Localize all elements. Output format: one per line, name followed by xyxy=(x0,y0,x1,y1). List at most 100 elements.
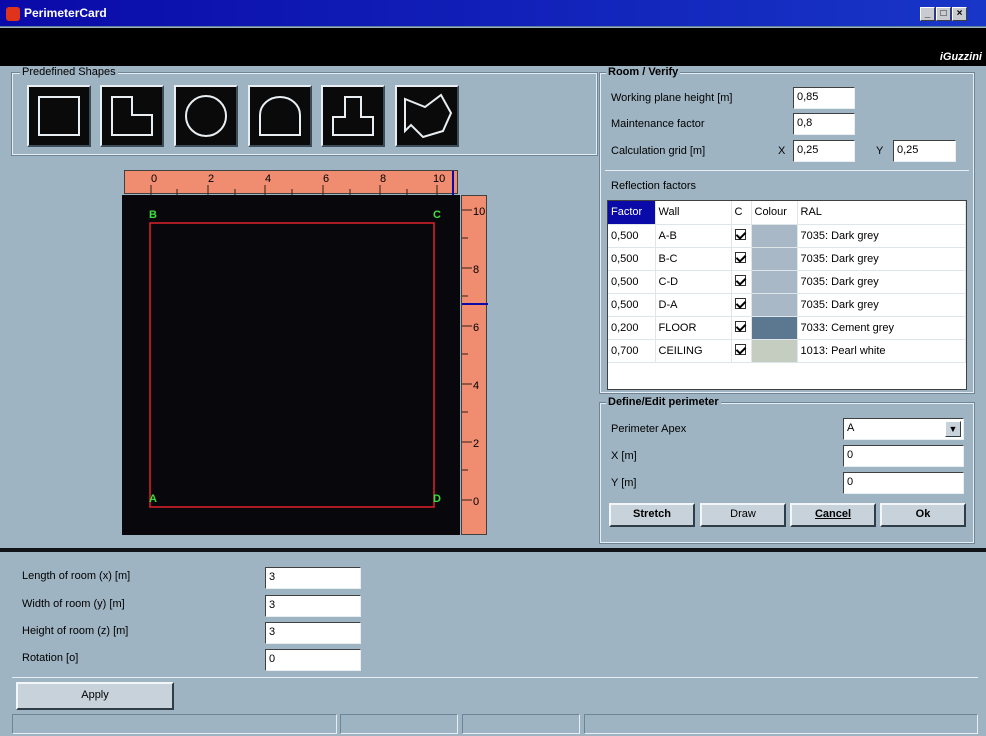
working-plane-input[interactable]: 0,85 xyxy=(793,87,855,109)
colour-swatch xyxy=(751,247,797,270)
colour-cell[interactable] xyxy=(751,224,798,248)
checkbox[interactable] xyxy=(734,297,746,309)
cancel-button[interactable]: Cancel xyxy=(790,503,876,527)
window-title: PerimeterCard xyxy=(24,6,107,20)
checkbox[interactable] xyxy=(734,320,746,332)
perimeter-x-input[interactable]: 0 xyxy=(843,445,964,467)
checkbox[interactable] xyxy=(734,343,746,355)
separator xyxy=(0,548,986,552)
maintenance-factor-input[interactable]: 0,8 xyxy=(793,113,855,135)
colour-swatch xyxy=(751,270,797,293)
colour-cell[interactable] xyxy=(751,339,798,363)
ral-cell[interactable]: 7035: Dark grey xyxy=(797,270,966,294)
table-row[interactable]: 0,500 C-D 7035: Dark grey xyxy=(608,270,966,294)
ruler-v-label: 8 xyxy=(473,264,480,276)
apply-button[interactable]: Apply xyxy=(16,682,174,710)
wall-cell[interactable]: CEILING xyxy=(655,339,732,363)
ral-cell[interactable]: 7035: Dark grey xyxy=(797,224,966,248)
ral-cell[interactable]: 1013: Pearl white xyxy=(797,339,966,363)
ok-button[interactable]: Ok xyxy=(880,503,966,527)
checkbox-cell[interactable] xyxy=(731,247,752,271)
wall-cell[interactable]: A-B xyxy=(655,224,732,248)
checkbox-cell[interactable] xyxy=(731,270,752,294)
table-row[interactable]: 0,500 A-B 7035: Dark grey xyxy=(608,224,966,248)
length-input[interactable]: 3 xyxy=(265,567,361,589)
factor-cell[interactable]: 0,500 xyxy=(608,270,656,294)
chevron-down-icon[interactable]: ▼ xyxy=(945,421,961,437)
factor-cell[interactable]: 0,200 xyxy=(608,316,656,340)
wall-cell[interactable]: B-C xyxy=(655,247,732,271)
colour-swatch xyxy=(751,316,797,339)
square-shape-icon xyxy=(38,96,80,136)
drawing-canvas[interactable]: B C A D xyxy=(122,195,460,535)
checkbox[interactable] xyxy=(734,251,746,263)
stretch-button[interactable]: Stretch xyxy=(609,503,695,527)
perimeter-x-label: X [m] xyxy=(611,450,637,462)
ral-cell[interactable]: 7035: Dark grey xyxy=(797,247,966,271)
rotation-input[interactable]: 0 xyxy=(265,649,361,671)
grid-x-input[interactable]: 0,25 xyxy=(793,140,855,162)
arch-shape-icon xyxy=(259,96,301,136)
circle-shape-icon xyxy=(185,95,227,137)
minimize-button[interactable]: _ xyxy=(920,7,935,21)
table-row[interactable]: 0,500 B-C 7035: Dark grey xyxy=(608,247,966,271)
ral-cell[interactable]: 7033: Cement grey xyxy=(797,316,966,340)
column-header[interactable]: Colour xyxy=(751,201,798,225)
t-shape-icon xyxy=(332,96,374,136)
close-button[interactable]: × xyxy=(952,7,967,21)
factor-cell[interactable]: 0,500 xyxy=(608,224,656,248)
colour-cell[interactable] xyxy=(751,247,798,271)
ruler-v-label: 4 xyxy=(473,380,480,392)
ral-cell[interactable]: 7035: Dark grey xyxy=(797,293,966,317)
column-header[interactable]: Wall xyxy=(655,201,732,225)
colour-cell[interactable] xyxy=(751,293,798,317)
perimeter-apex-label: Perimeter Apex xyxy=(611,423,687,435)
checkbox-cell[interactable] xyxy=(731,339,752,363)
perimeter-y-label: Y [m] xyxy=(611,477,637,489)
arch-shape-button[interactable] xyxy=(248,85,312,147)
colour-cell[interactable] xyxy=(751,270,798,294)
irregular-shape-button[interactable] xyxy=(395,85,459,147)
height-input[interactable]: 3 xyxy=(265,622,361,644)
checkbox-cell[interactable] xyxy=(731,293,752,317)
factor-cell[interactable]: 0,500 xyxy=(608,247,656,271)
t-shape-button[interactable] xyxy=(321,85,385,147)
define-perimeter-label: Define/Edit perimeter xyxy=(606,396,721,408)
circle-shape-button[interactable] xyxy=(174,85,238,147)
maximize-button[interactable]: □ xyxy=(936,7,951,21)
perimeter-y-input[interactable]: 0 xyxy=(843,472,964,494)
wall-cell[interactable]: FLOOR xyxy=(655,316,732,340)
checkbox[interactable] xyxy=(734,228,746,240)
colour-swatch xyxy=(751,339,797,362)
table-row[interactable]: 0,200 FLOOR 7033: Cement grey xyxy=(608,316,966,340)
colour-cell[interactable] xyxy=(751,316,798,340)
column-header[interactable]: Factor xyxy=(608,201,656,225)
divider xyxy=(605,170,969,171)
corner-c-label: C xyxy=(433,209,441,221)
table-row[interactable]: 0,500 D-A 7035: Dark grey xyxy=(608,293,966,317)
checkbox-cell[interactable] xyxy=(731,316,752,340)
l-shape-button[interactable] xyxy=(100,85,164,147)
predefined-shapes-label: Predefined Shapes xyxy=(20,66,118,78)
factor-cell[interactable]: 0,500 xyxy=(608,293,656,317)
width-input[interactable]: 3 xyxy=(265,595,361,617)
column-header[interactable]: C xyxy=(731,201,752,225)
app-icon xyxy=(6,7,20,21)
grid-y-input[interactable]: 0,25 xyxy=(893,140,956,162)
title-bar xyxy=(0,0,986,27)
square-shape-button[interactable] xyxy=(27,85,91,147)
draw-button[interactable]: Draw xyxy=(700,503,786,527)
factor-cell[interactable]: 0,700 xyxy=(608,339,656,363)
checkbox[interactable] xyxy=(734,274,746,286)
room-perimeter xyxy=(149,222,435,508)
perimeter-apex-select[interactable]: A ▼ xyxy=(843,418,964,440)
ruler-h-label: 6 xyxy=(323,173,330,185)
irregular-shape-icon xyxy=(404,93,453,139)
checkbox-cell[interactable] xyxy=(731,224,752,248)
table-row[interactable]: 0,700 CEILING 1013: Pearl white xyxy=(608,339,966,363)
wall-cell[interactable]: C-D xyxy=(655,270,732,294)
reflection-factors-table[interactable]: Factor Wall C Colour RAL 0,500 A-B 7035: D… xyxy=(607,200,967,390)
corner-b-label: B xyxy=(149,209,157,221)
column-header[interactable]: RAL xyxy=(797,201,966,225)
wall-cell[interactable]: D-A xyxy=(655,293,732,317)
